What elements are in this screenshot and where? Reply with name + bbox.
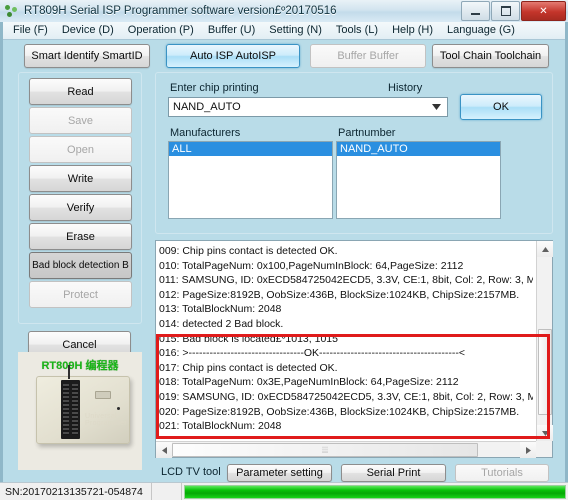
progress-bar (184, 484, 566, 499)
auto-isp-button[interactable]: Auto ISP AutoISP (166, 44, 300, 68)
top-toolbar: Smart Identify SmartID Auto ISP AutoISP … (0, 40, 568, 72)
log-line: 013: TotalBlockNum: 2048 (159, 303, 282, 316)
chip-selection-panel: Enter chip printing History NAND_AUTO OK… (155, 72, 553, 234)
window-title: RT809H Serial ISP Programmer software ve… (24, 5, 337, 17)
scroll-right-icon[interactable] (520, 442, 536, 458)
menu-file[interactable]: File (F) (6, 22, 55, 39)
device-caption: RT809H 编程器 (41, 360, 119, 372)
vertical-scroll-thumb[interactable] (538, 329, 552, 415)
buffer-button: Buffer Buffer (310, 44, 426, 68)
lcd-tv-tool-label: LCD TV tool (161, 466, 221, 478)
application-window: RT809H Serial ISP Programmer software ve… (0, 0, 568, 500)
status-spacer (152, 482, 182, 500)
parameter-setting-button[interactable]: Parameter setting (227, 464, 332, 482)
open-button: Open (29, 136, 132, 163)
manufacturers-listbox[interactable]: ALL (168, 141, 333, 219)
menu-setting[interactable]: Setting (N) (262, 22, 329, 39)
menu-device[interactable]: Device (D) (55, 22, 121, 39)
log-line: 012: PageSize:8192B, OobSize:436B, Block… (159, 288, 520, 301)
title-bar: RT809H Serial ISP Programmer software ve… (0, 0, 568, 23)
scroll-down-icon[interactable] (537, 425, 553, 441)
enter-chip-label: Enter chip printing (170, 82, 259, 94)
serial-number-status: SN:20170213135721-054874 (0, 482, 152, 500)
menu-bar: File (F) Device (D) Operation (P) Buffer… (0, 22, 568, 40)
chevron-down-icon[interactable] (429, 98, 444, 116)
horizontal-scroll-thumb[interactable]: ⦙⦙⦙ (172, 443, 478, 457)
action-button-panel: Read Save Open Write Verify Erase Bad bl… (18, 72, 142, 324)
led-icon (117, 407, 120, 410)
device-silkscreen: Universal Programmer (85, 413, 127, 427)
log-output-panel: 009: Chip pins contact is detected OK. 0… (155, 240, 553, 458)
log-line: 021: TotalBlockNum: 2048 (159, 420, 282, 433)
maximize-button[interactable] (491, 1, 520, 21)
usb-port-icon (95, 391, 111, 399)
tool-chain-button[interactable]: Tool Chain Toolchain (432, 44, 549, 68)
log-vertical-scrollbar[interactable] (536, 241, 553, 441)
log-line: 018: TotalPageNum: 0x3E,PageNumInBlock: … (159, 376, 459, 389)
ok-button[interactable]: OK (460, 94, 542, 120)
manufacturers-label: Manufacturers (170, 127, 241, 139)
zif-socket-icon (61, 380, 80, 439)
log-line: 016: >---------------------------------O… (159, 347, 466, 360)
log-text: 009: Chip pins contact is detected OK. 0… (159, 244, 533, 437)
bad-block-detection-button[interactable]: Bad block detection B (29, 252, 132, 279)
verify-button[interactable]: Verify (29, 194, 132, 221)
programmer-body-icon: Universal Programmer (36, 365, 130, 444)
zif-lever-icon (68, 365, 70, 379)
serial-print-button[interactable]: Serial Print (341, 464, 446, 482)
bottom-toolbar: LCD TV tool Parameter setting Serial Pri… (155, 462, 553, 484)
minimize-button[interactable] (461, 1, 490, 21)
tutorials-button: Tutorials (455, 464, 549, 482)
scroll-up-icon[interactable] (537, 241, 553, 257)
log-line: 014: detected 2 Bad block. (159, 317, 284, 330)
smart-identify-button[interactable]: Smart Identify SmartID (24, 44, 150, 68)
menu-tools[interactable]: Tools (L) (329, 22, 385, 39)
scrollbar-corner (536, 441, 552, 457)
minimize-icon (471, 13, 480, 15)
menu-help[interactable]: Help (H) (385, 22, 440, 39)
window-controls: ✕ (460, 1, 566, 21)
status-bar: SN:20170213135721-054874 (0, 482, 568, 500)
log-line: 022: No bad blocks were found. (159, 434, 533, 437)
menu-language[interactable]: Language (G) (440, 22, 522, 39)
scroll-left-icon[interactable] (156, 442, 172, 458)
chip-name-combobox[interactable]: NAND_AUTO (168, 97, 448, 117)
log-line: 017: Chip pins contact is detected OK. (159, 361, 338, 374)
read-button[interactable]: Read (29, 78, 132, 105)
list-item[interactable]: ALL (169, 142, 332, 156)
log-line: 015: Bad block is located£º1013, 1015 (159, 332, 338, 345)
save-button: Save (29, 107, 132, 134)
erase-button[interactable]: Erase (29, 223, 132, 250)
window-edge-left (0, 22, 3, 482)
log-line: 011: SAMSUNG, ID: 0xECD584725042ECD5, 3.… (159, 274, 533, 287)
app-logo-icon (5, 4, 19, 18)
partnumber-listbox[interactable]: NAND_AUTO (336, 141, 501, 219)
log-line: 010: TotalPageNum: 0x100,PageNumInBlock:… (159, 259, 464, 272)
device-photo: RT809H 编程器 Universal Programmer (18, 352, 142, 470)
log-line: 019: SAMSUNG, ID: 0xECD584725042ECD5, 3.… (159, 390, 533, 403)
menu-operation[interactable]: Operation (P) (121, 22, 201, 39)
menu-buffer[interactable]: Buffer (U) (201, 22, 262, 39)
write-button[interactable]: Write (29, 165, 132, 192)
log-line: 020: PageSize:8192B, OobSize:436B, Block… (159, 405, 520, 418)
maximize-icon (500, 6, 511, 16)
partnumber-label: Partnumber (338, 127, 396, 139)
log-line: 009: Chip pins contact is detected OK. (159, 245, 338, 257)
history-label: History (388, 82, 423, 94)
close-button[interactable]: ✕ (521, 1, 566, 21)
protect-button: Protect (29, 281, 132, 308)
chip-name-value: NAND_AUTO (173, 101, 241, 113)
log-horizontal-scrollbar[interactable]: ⦙⦙⦙ (156, 441, 536, 458)
list-item[interactable]: NAND_AUTO (337, 142, 500, 156)
